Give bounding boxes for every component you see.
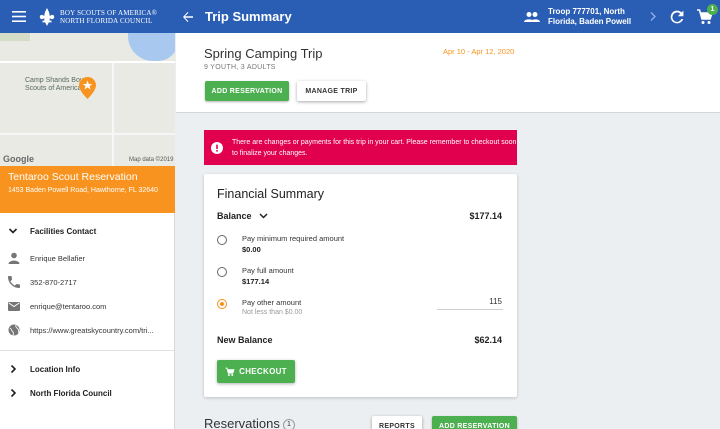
map-attribution: Map data ©2019	[129, 157, 174, 163]
chevron-right-icon	[10, 364, 17, 374]
venue-address: 1453 Baden Powell Road, Hawthorne, FL 32…	[8, 187, 158, 194]
logo-line-1: BOY SCOUTS OF AMERICA®	[60, 8, 158, 17]
trip-dates: Apr 10 - Apr 12, 2020	[443, 47, 515, 56]
map-road	[0, 133, 175, 135]
facilities-contact-heading: Facilities Contact	[30, 226, 97, 236]
new-balance-value: $62.14	[474, 335, 502, 345]
trip-name: Spring Camping Trip	[204, 46, 323, 61]
reservations-count-badge: 1	[283, 419, 295, 429]
new-balance-label: New Balance	[217, 335, 273, 345]
contact-phone-row[interactable]: 352-870-2717	[0, 270, 174, 294]
cart-count-badge: 1	[707, 4, 718, 15]
bsa-logo[interactable]: BOY SCOUTS OF AMERICA® NORTH FLORIDA COU…	[38, 0, 173, 33]
map-road	[0, 61, 175, 63]
contact-email-row[interactable]: enrique@tentaroo.com	[0, 294, 174, 318]
radio-button[interactable]	[217, 235, 227, 245]
map-place-label: Camp Shands Boy Scouts of America	[25, 77, 84, 92]
add-reservation-button[interactable]: ADD RESERVATION	[205, 81, 289, 101]
troop-line-2: Florida, Baden Powell	[548, 16, 632, 26]
reports-button[interactable]: REPORTS	[372, 416, 422, 429]
chevron-down-icon	[8, 228, 18, 234]
facilities-contact-toggle[interactable]: Facilities Contact	[0, 216, 174, 246]
alert-message: There are changes or payments for this t…	[232, 138, 517, 157]
council-toggle[interactable]: North Florida Council	[0, 381, 174, 405]
chevron-right-icon	[10, 388, 17, 398]
map-terrain	[0, 33, 30, 41]
back-arrow-icon[interactable]	[173, 0, 203, 33]
add-reservation-button[interactable]: ADD RESERVATION	[432, 416, 517, 429]
phone-icon	[8, 276, 20, 288]
troop-line-1: Troop 777701, North	[548, 6, 625, 16]
contact-website-row[interactable]: https://www.greatskycountry.com/tri...	[0, 318, 174, 342]
fleur-de-lis-icon	[39, 7, 55, 26]
contact-website: https://www.greatskycountry.com/tri...	[30, 325, 154, 335]
group-icon	[524, 11, 540, 22]
contact-name: Enrique Bellafier	[30, 253, 86, 263]
radio-button-selected[interactable]	[217, 299, 227, 309]
option-hint: Not less than $0.00	[242, 309, 303, 316]
financial-summary-title: Financial Summary	[217, 187, 324, 201]
refresh-icon[interactable]	[668, 8, 686, 26]
page-title: Trip Summary	[205, 9, 292, 24]
checkout-label: CHECKOUT	[239, 367, 287, 376]
option-label: Pay other amount	[242, 298, 302, 307]
cart-changes-alert: There are changes or payments for this t…	[204, 130, 517, 165]
balance-toggle[interactable]: Balance	[217, 211, 268, 221]
financial-summary-card: Financial Summary Balance $177.14 Pay mi…	[204, 174, 517, 397]
location-info-toggle[interactable]: Location Info	[0, 357, 174, 381]
map-pin-icon[interactable]	[79, 77, 96, 99]
option-label: Pay full amount	[242, 266, 294, 275]
manage-trip-button[interactable]: MANAGE TRIP	[297, 81, 366, 101]
balance-value: $177.14	[469, 211, 502, 221]
option-amount: $177.14	[242, 277, 270, 286]
venue-name: Tentaroo Scout Reservation	[8, 171, 138, 183]
email-icon	[8, 302, 20, 311]
trip-attendees: 9 YOUTH, 3 ADULTS	[204, 64, 276, 71]
sidebar: Camp Shands Boy Scouts of America Google…	[0, 33, 175, 429]
option-amount: $0.00	[242, 245, 261, 254]
logo-line-2: NORTH FLORIDA COUNCIL	[60, 16, 153, 25]
hamburger-menu-icon[interactable]	[0, 0, 38, 33]
chevron-down-icon	[259, 213, 268, 219]
checkout-button[interactable]: CHECKOUT	[217, 360, 295, 383]
shopping-cart-icon	[225, 367, 235, 376]
google-logo: Google	[3, 154, 34, 164]
balance-label: Balance	[217, 211, 252, 221]
reservations-title: Reservations	[204, 416, 280, 429]
contact-phone: 352-870-2717	[30, 277, 77, 287]
chevron-right-icon	[650, 12, 656, 21]
trip-header-card: Spring Camping Trip 9 YOUTH, 3 ADULTS Ap…	[176, 33, 720, 113]
contact-name-row: Enrique Bellafier	[0, 246, 174, 270]
other-amount-input[interactable]: 115	[437, 294, 503, 310]
radio-button[interactable]	[217, 267, 227, 277]
divider	[0, 350, 174, 351]
option-label: Pay minimum required amount	[242, 234, 345, 243]
alert-icon	[211, 141, 223, 154]
troop-selector[interactable]: Troop 777701, North Florida, Baden Powel…	[516, 0, 661, 33]
venue-card: Tentaroo Scout Reservation 1453 Baden Po…	[0, 166, 175, 213]
location-info-label: Location Info	[30, 364, 81, 374]
contact-email: enrique@tentaroo.com	[30, 301, 107, 311]
location-map[interactable]: Camp Shands Boy Scouts of America Google…	[0, 33, 175, 166]
map-lake	[128, 33, 175, 61]
council-label: North Florida Council	[30, 388, 112, 398]
person-icon	[8, 252, 20, 264]
globe-icon	[8, 324, 20, 336]
map-road	[112, 63, 114, 166]
